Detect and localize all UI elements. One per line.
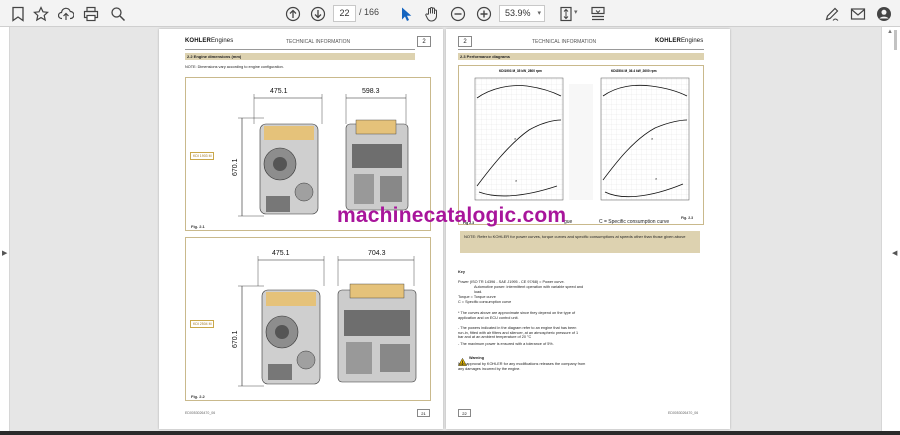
header-rule xyxy=(185,49,415,50)
header-rule xyxy=(458,49,704,50)
hand-tool-icon[interactable] xyxy=(422,4,441,23)
pdf-page-21: KOHLEREngines TECHNICAL INFORMATION 2 2.… xyxy=(159,29,443,429)
footer-code: ED0053026470_06 xyxy=(668,411,699,415)
scrollbar-thumb[interactable] xyxy=(894,30,897,50)
curve-legend-c: C = Specific consumption curve xyxy=(599,219,670,225)
scroll-mode-icon[interactable] xyxy=(588,4,607,23)
fit-dropdown-chevron-icon[interactable]: ▾ xyxy=(574,8,578,16)
note-power-conditions: - The powers indicated in the diagram re… xyxy=(458,326,579,340)
note-power-tolerance: - The maximum power is ensured with a to… xyxy=(458,342,554,346)
email-icon[interactable] xyxy=(848,4,867,23)
key-consumption: C = Specific consumption curve xyxy=(458,300,512,304)
chart-title-kdi1903: KDI1903 M_35 kW_2800 rpm xyxy=(499,69,542,73)
print-icon[interactable] xyxy=(81,4,100,23)
next-page-icon[interactable] xyxy=(308,4,327,23)
dimensions-note: NOTE: Dimensions vary according to engin… xyxy=(185,65,284,69)
zoom-out-icon[interactable] xyxy=(448,4,467,23)
bottom-edge xyxy=(0,431,900,435)
zoom-level-select[interactable]: 53.9% ▾ xyxy=(499,5,545,22)
search-icon[interactable] xyxy=(108,4,127,23)
figure-label: Fig. 2.1 xyxy=(191,224,205,229)
key-power: Power (ISO TR 14396 - SAE J1995 - CE 97/… xyxy=(458,280,565,284)
page-number-input[interactable]: 22 xyxy=(333,5,356,22)
header-title: TECHNICAL INFORMATION xyxy=(532,39,597,45)
figure-label: Fig. 2.3 xyxy=(681,216,694,220)
dimension-width-side: 704.3 xyxy=(368,250,386,257)
chart-title-kdi2504: KDI2504 M_36.4 kW_2600 rpm xyxy=(611,69,657,73)
dimension-height: 670.1 xyxy=(232,158,239,176)
section-heading: 2.2 Engine dimensions (mm) xyxy=(185,53,415,60)
warning-title: Warning xyxy=(469,356,485,360)
chapter-number: 2 xyxy=(417,36,431,47)
kohler-logo: KOHLEREngines xyxy=(655,38,704,44)
footer-page-number: 21 xyxy=(417,409,430,417)
figure-label: Fig. 2.2 xyxy=(191,394,205,399)
chevron-down-icon: ▾ xyxy=(537,10,541,17)
fit-page-icon[interactable] xyxy=(556,4,575,23)
key-torque: Torque = Torque curve xyxy=(458,295,496,299)
edit-sign-icon[interactable] xyxy=(822,4,841,23)
watermark: machinecatalogic.com xyxy=(337,204,567,227)
previous-page-icon[interactable] xyxy=(283,4,302,23)
pdf-toolbar: 22 / 166 53.9% ▾ ▾ xyxy=(0,0,900,27)
dimension-height: 670.1 xyxy=(232,330,239,348)
dimension-width-front: 475.1 xyxy=(270,88,288,95)
page-count: / 166 xyxy=(359,7,380,17)
note-box: NOTE: Refer to KOHLER for power curves, … xyxy=(460,221,700,253)
key-power-desc: Automotive power: intermittent operation… xyxy=(474,285,584,294)
bookmark-icon[interactable] xyxy=(8,4,27,23)
dimension-width-front: 475.1 xyxy=(272,250,290,257)
dimension-width-side: 598.3 xyxy=(362,88,380,95)
kohler-logo: KOHLEREngines xyxy=(185,38,234,44)
section-heading: 2.3 Performance diagrams xyxy=(458,53,704,60)
engine-drawing-front-side xyxy=(238,256,417,387)
right-panel-strip: ◀ ▲ xyxy=(881,27,900,435)
model-tag: KDI 2504 M xyxy=(190,320,215,328)
footer-page-number: 22 xyxy=(458,409,471,417)
scroll-up-icon[interactable]: ▲ xyxy=(887,29,893,35)
account-icon[interactable] xyxy=(874,4,893,23)
select-cursor-icon[interactable] xyxy=(396,4,415,23)
zoom-in-icon[interactable] xyxy=(474,4,493,23)
pdf-page-22: 2 TECHNICAL INFORMATION KOHLEREngines 2.… xyxy=(446,29,730,429)
left-panel-strip: ▶ xyxy=(0,27,10,435)
key-heading: Key xyxy=(458,270,465,274)
model-tag: KDI 1903 M xyxy=(190,152,215,160)
performance-diagrams: KDI1903 M_35 kW_2800 rpm KDI2504 M_36.4 … xyxy=(458,65,704,225)
note-curves-approx: * The curves above are approximate since… xyxy=(458,311,576,320)
expand-left-panel-icon[interactable]: ▶ xyxy=(2,249,7,257)
chapter-number: 2 xyxy=(458,36,472,47)
footer-code: ED0053026470_06 xyxy=(185,411,216,415)
header-title: TECHNICAL INFORMATION xyxy=(286,39,351,45)
upload-cloud-icon[interactable] xyxy=(56,4,75,23)
warning-text: Non-approval by KOHLER for any modificat… xyxy=(458,362,586,371)
expand-right-panel-icon[interactable]: ◀ xyxy=(892,249,897,257)
star-icon[interactable] xyxy=(31,4,50,23)
figure-2-2: KDI 2504 M 475.1 704.3 670.1 Fig. 2.2 xyxy=(185,237,431,401)
performance-curves-image: × × × × xyxy=(474,77,690,201)
